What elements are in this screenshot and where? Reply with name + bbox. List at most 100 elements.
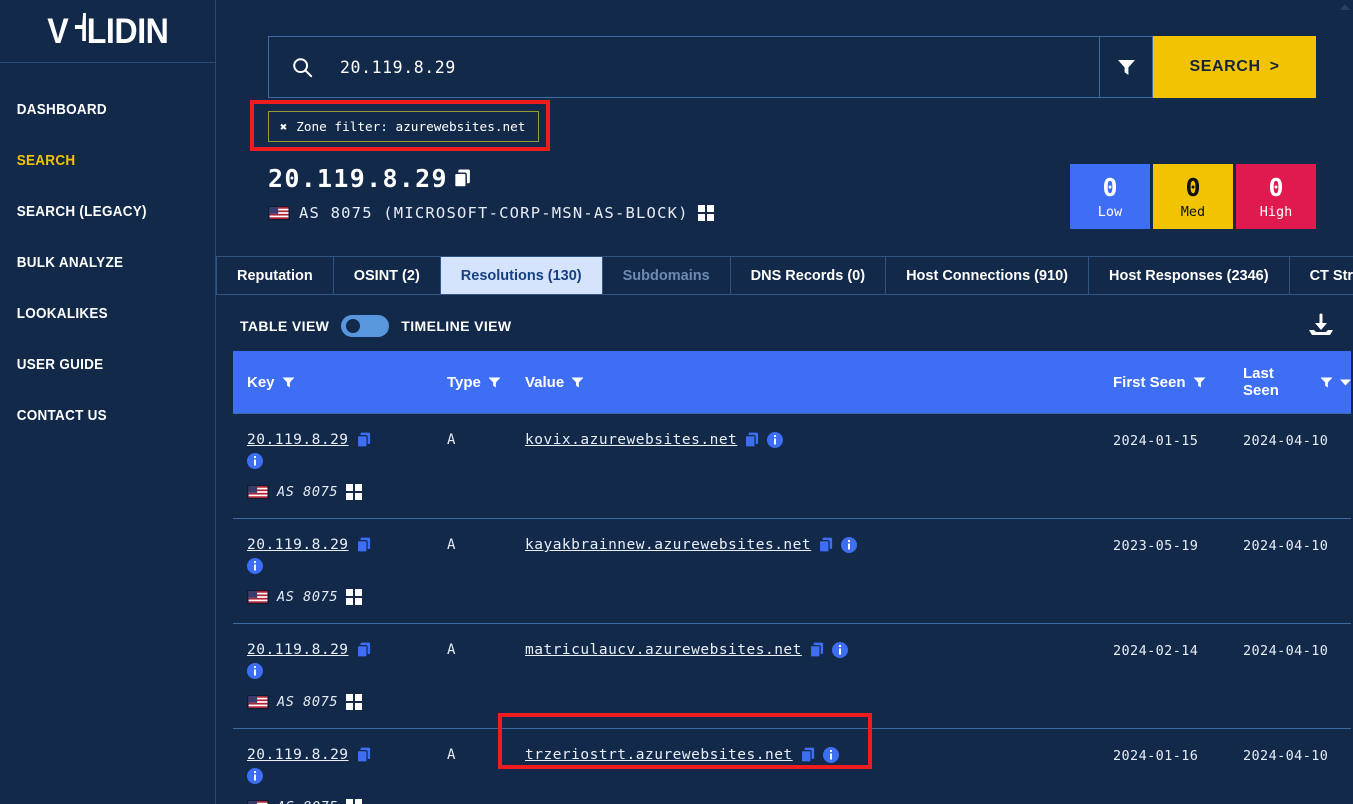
info-icon[interactable] bbox=[822, 747, 839, 763]
value-link[interactable]: kayakbrainnew.azurewebsites.net bbox=[525, 537, 811, 553]
sidebar-item-dashboard[interactable]: DASHBOARD bbox=[0, 92, 200, 128]
copy-icon[interactable] bbox=[809, 642, 824, 658]
tab-subdomains[interactable]: Subdomains bbox=[603, 257, 731, 294]
badge-low-count: 0 bbox=[1102, 173, 1118, 202]
view-controls: TABLE VIEW TIMELINE VIEW bbox=[240, 313, 1336, 339]
status-badge-low[interactable]: 0 Low bbox=[1070, 164, 1150, 229]
info-icon[interactable] bbox=[767, 432, 784, 448]
funnel-icon[interactable] bbox=[488, 376, 501, 388]
table-row[interactable]: 20.119.8.29 AS 8075 A bbox=[233, 518, 1351, 624]
copy-icon[interactable] bbox=[819, 537, 833, 553]
funnel-icon[interactable] bbox=[571, 376, 584, 388]
view-toggle-switch[interactable] bbox=[341, 315, 390, 337]
cell-value: kayakbrainnew.azurewebsites.net bbox=[511, 518, 1099, 624]
info-icon[interactable] bbox=[831, 642, 848, 658]
key-asn-text: AS 8075 bbox=[277, 484, 339, 500]
windows-icon bbox=[346, 589, 363, 605]
main-content: SEARCH > ✖ Zone filter: azurewebsites.ne… bbox=[216, 0, 1353, 804]
copy-icon[interactable] bbox=[356, 432, 371, 448]
search-button-label: SEARCH bbox=[1189, 58, 1261, 75]
tab-host-connections[interactable]: Host Connections (910) bbox=[886, 257, 1090, 294]
status-badge-med[interactable]: 0 Med bbox=[1153, 164, 1233, 229]
sidebar-item-contact-us[interactable]: CONTACT US bbox=[0, 398, 200, 434]
column-header-last-seen[interactable]: Last Seen bbox=[1229, 351, 1351, 414]
entity-asn-text: AS 8075 (MICROSOFT-CORP-MSN-AS-BLOCK) bbox=[299, 204, 689, 222]
chevron-right-icon: > bbox=[1269, 58, 1280, 75]
key-link[interactable]: 20.119.8.29 bbox=[247, 537, 349, 553]
scroll-up-caret-icon bbox=[1340, 4, 1350, 10]
copy-icon[interactable] bbox=[356, 747, 371, 763]
key-link[interactable]: 20.119.8.29 bbox=[247, 747, 349, 763]
timeline-view-label[interactable]: TIMELINE VIEW bbox=[401, 318, 511, 334]
us-flag-icon bbox=[247, 800, 269, 804]
table-row[interactable]: 20.119.8.29 AS 8075 A bbox=[233, 623, 1351, 729]
badge-high-count: 0 bbox=[1268, 173, 1284, 202]
badge-med-count: 0 bbox=[1185, 173, 1201, 202]
column-header-first-seen[interactable]: First Seen bbox=[1099, 351, 1229, 414]
table-view-label[interactable]: TABLE VIEW bbox=[240, 318, 329, 334]
copy-icon[interactable] bbox=[800, 747, 815, 763]
info-icon[interactable] bbox=[247, 663, 263, 679]
column-header-key[interactable]: Key bbox=[233, 351, 433, 414]
badge-med-label: Med bbox=[1180, 204, 1206, 220]
windows-icon bbox=[346, 484, 363, 500]
key-link[interactable]: 20.119.8.29 bbox=[247, 642, 349, 658]
sidebar-item-search[interactable]: SEARCH bbox=[0, 143, 200, 179]
info-icon[interactable] bbox=[247, 453, 263, 469]
close-icon[interactable]: ✖ bbox=[280, 120, 287, 134]
download-icon[interactable] bbox=[1306, 313, 1336, 339]
logo-v: V bbox=[46, 11, 68, 51]
search-button[interactable]: SEARCH > bbox=[1153, 36, 1316, 98]
tab-dns-records[interactable]: DNS Records (0) bbox=[731, 257, 887, 294]
column-label-first-seen: First Seen bbox=[1113, 373, 1186, 391]
zone-filter-label: Zone filter: azurewebsites.net bbox=[296, 119, 526, 134]
column-label-key: Key bbox=[247, 373, 275, 391]
copy-icon[interactable] bbox=[745, 432, 759, 448]
key-asn-line: AS 8075 bbox=[247, 484, 433, 500]
value-link[interactable]: trzeriostrt.azurewebsites.net bbox=[525, 747, 793, 763]
resolutions-table: Key Type Value First Seen Last Seen 20.1… bbox=[233, 351, 1351, 804]
info-icon[interactable] bbox=[247, 768, 263, 784]
scrollbar-up-arrow[interactable] bbox=[1337, 0, 1353, 18]
copy-icon[interactable] bbox=[356, 537, 371, 553]
info-icon[interactable] bbox=[247, 558, 263, 574]
sidebar-item-lookalikes[interactable]: LOOKALIKES bbox=[0, 296, 200, 332]
sidebar-item-user-guide[interactable]: USER GUIDE bbox=[0, 347, 200, 383]
funnel-icon[interactable] bbox=[1320, 376, 1333, 388]
badge-high-label: High bbox=[1259, 204, 1293, 220]
sidebar-item-search-legacy[interactable]: SEARCH (LEGACY) bbox=[0, 194, 200, 230]
key-asn-text: AS 8075 bbox=[277, 799, 338, 804]
cell-value: trzeriostrt.azurewebsites.net bbox=[511, 728, 1099, 804]
key-link[interactable]: 20.119.8.29 bbox=[247, 432, 349, 448]
tab-resolutions[interactable]: Resolutions (130) bbox=[440, 257, 603, 294]
search-input-wrapper[interactable] bbox=[268, 36, 1100, 98]
key-asn-text: AS 8075 bbox=[277, 589, 339, 605]
info-icon[interactable] bbox=[841, 537, 858, 553]
funnel-icon bbox=[1117, 59, 1135, 75]
tab-osint[interactable]: OSINT (2) bbox=[334, 257, 441, 294]
table-row[interactable]: 20.119.8.29 AS 8075 A bbox=[233, 728, 1351, 804]
search-input[interactable] bbox=[313, 57, 1099, 77]
tab-reputation[interactable]: Reputation bbox=[216, 257, 334, 294]
value-link[interactable]: matriculaucv.azurewebsites.net bbox=[525, 642, 802, 658]
sidebar-item-bulk-analyze[interactable]: BULK ANALYZE bbox=[0, 245, 200, 281]
sort-desc-icon[interactable] bbox=[1340, 379, 1351, 386]
table-row[interactable]: 20.119.8.29 AS 8075 A bbox=[233, 413, 1351, 519]
logo[interactable]: V LIDIN bbox=[0, 0, 215, 63]
status-badge-high[interactable]: 0 High bbox=[1236, 164, 1316, 229]
funnel-icon[interactable] bbox=[1193, 376, 1206, 388]
cell-value: kovix.azurewebsites.net bbox=[511, 413, 1099, 519]
funnel-icon[interactable] bbox=[282, 376, 295, 388]
tab-ct-stream[interactable]: CT Stream (0) bbox=[1290, 257, 1353, 294]
copy-icon[interactable] bbox=[356, 642, 371, 658]
copy-icon[interactable] bbox=[453, 169, 471, 188]
entity-identity: 20.119.8.29 AS 8075 (MICROSOFT-CORP-MSN-… bbox=[268, 164, 714, 222]
windows-icon bbox=[697, 205, 714, 221]
search-filter-button[interactable] bbox=[1100, 36, 1153, 98]
page-title: 20.119.8.29 bbox=[268, 164, 714, 193]
zone-filter-chip[interactable]: ✖ Zone filter: azurewebsites.net bbox=[268, 111, 540, 142]
column-header-value[interactable]: Value bbox=[511, 351, 1099, 414]
column-header-type[interactable]: Type bbox=[433, 351, 511, 414]
tab-host-responses[interactable]: Host Responses (2346) bbox=[1089, 257, 1290, 294]
value-link[interactable]: kovix.azurewebsites.net bbox=[525, 432, 737, 448]
